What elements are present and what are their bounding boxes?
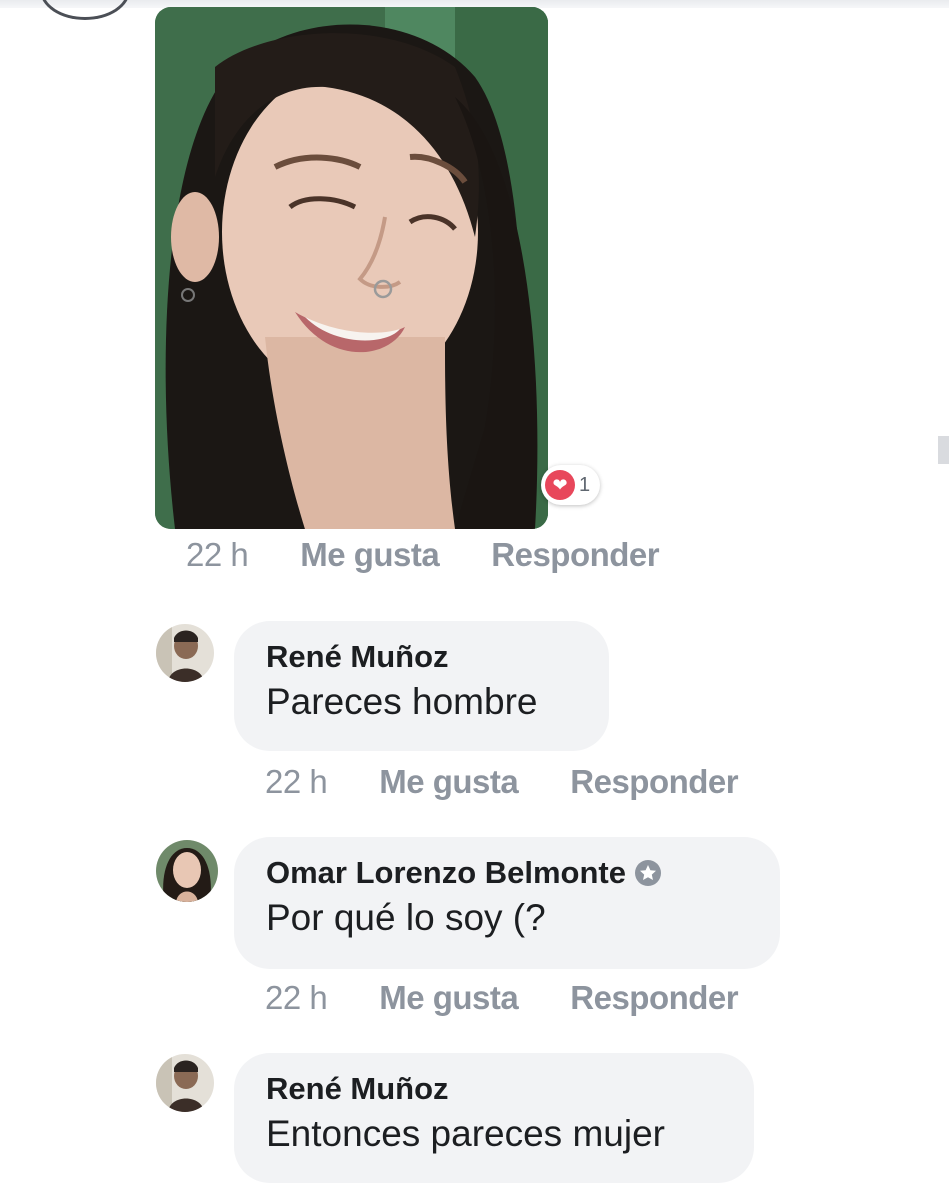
shield-badge-icon <box>635 860 661 886</box>
reply-button[interactable]: Responder <box>570 979 738 1017</box>
author-name[interactable]: René Muñoz <box>266 1071 449 1107</box>
comment-time[interactable]: 22 h <box>265 763 328 801</box>
reply-button[interactable]: Responder <box>491 536 659 574</box>
comment-text: Por qué lo soy (? <box>266 897 546 938</box>
reaction-summary[interactable]: ❤ 1 <box>541 465 601 505</box>
comment-text: Pareces hombre <box>266 681 538 722</box>
author-name[interactable]: Omar Lorenzo Belmonte <box>266 855 626 891</box>
reply-button[interactable]: Responder <box>570 763 738 801</box>
comment-author[interactable]: René Muñoz <box>266 1071 722 1107</box>
comment-bubble: Omar Lorenzo Belmonte Por qué lo soy (? <box>234 837 780 969</box>
comments-thread: ❤ 1 22 h Me gusta Responder René Muñoz P… <box>0 0 949 1200</box>
avatar[interactable] <box>156 1054 214 1112</box>
comment-time[interactable]: 22 h <box>186 536 249 574</box>
comment-photo[interactable] <box>155 7 548 529</box>
comment-actions: 22 h Me gusta Responder <box>186 536 660 574</box>
like-button[interactable]: Me gusta <box>300 536 440 574</box>
comment-actions: 22 h Me gusta Responder <box>265 763 739 801</box>
comment-author[interactable]: René Muñoz <box>266 639 577 675</box>
scrollbar[interactable] <box>938 436 949 464</box>
reaction-count: 1 <box>579 473 591 496</box>
like-button[interactable]: Me gusta <box>379 763 519 801</box>
avatar[interactable] <box>156 840 218 902</box>
like-button[interactable]: Me gusta <box>379 979 519 1017</box>
comment-bubble: René Muñoz Pareces hombre <box>234 621 609 751</box>
avatar[interactable] <box>40 0 130 20</box>
comment-time[interactable]: 22 h <box>265 979 328 1017</box>
author-name[interactable]: René Muñoz <box>266 639 449 675</box>
comment-bubble: René Muñoz Entonces pareces mujer <box>234 1053 754 1183</box>
comment-text: Entonces pareces mujer <box>266 1113 665 1154</box>
avatar[interactable] <box>156 624 214 682</box>
comment-actions: 22 h Me gusta Responder <box>265 979 739 1017</box>
heart-icon: ❤ <box>545 470 575 500</box>
comment-author[interactable]: Omar Lorenzo Belmonte <box>266 855 748 891</box>
